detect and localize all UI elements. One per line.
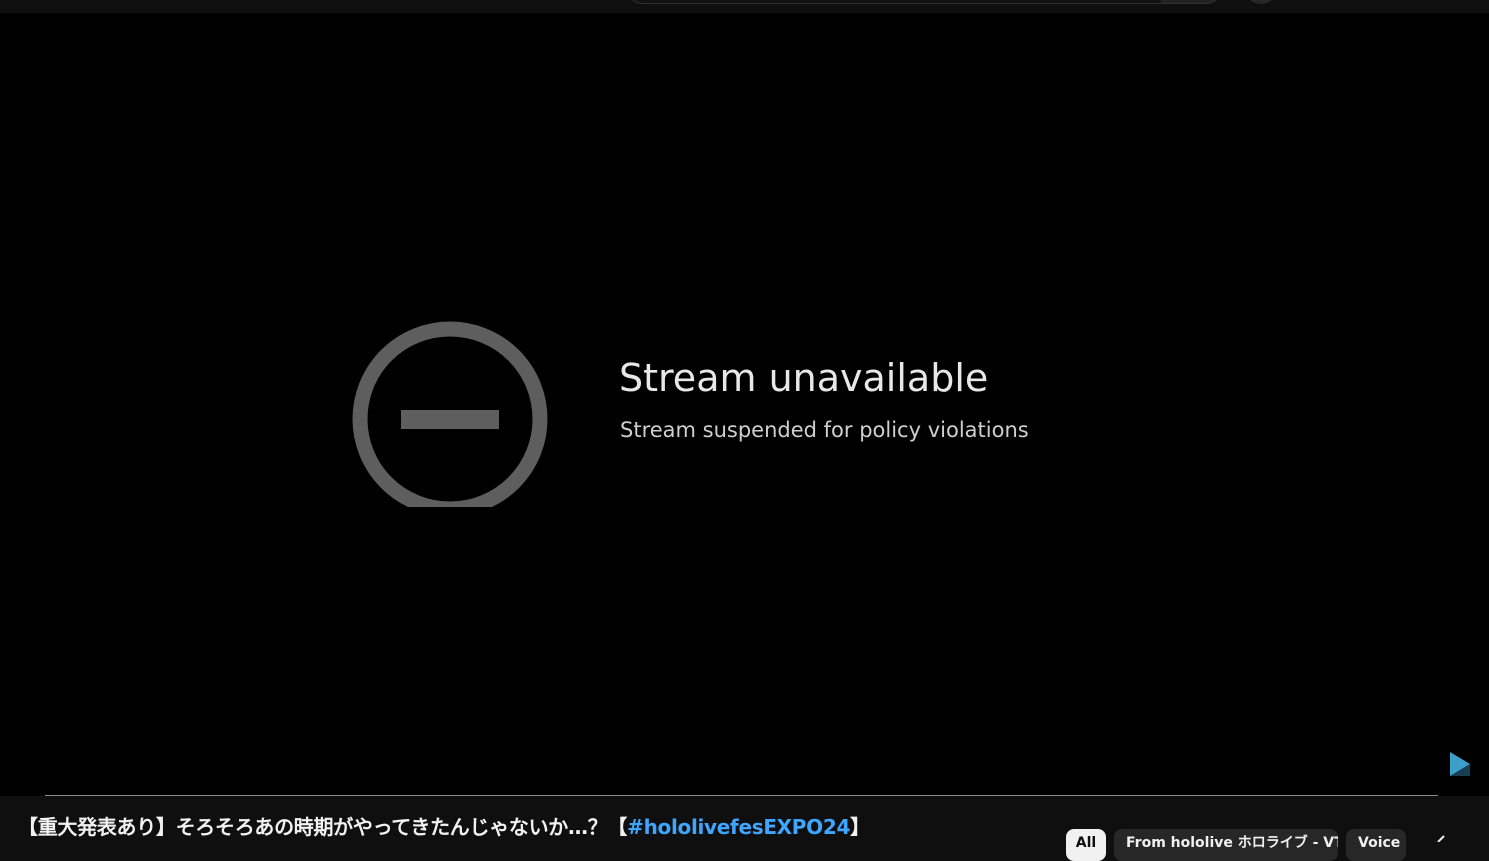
video-player[interactable]: Stream unavailable Stream suspended for … — [0, 13, 1489, 796]
search-button[interactable] — [1161, 0, 1223, 4]
error-title: Stream unavailable — [619, 356, 989, 400]
error-message: Stream suspended for policy violations — [620, 418, 1029, 442]
do-not-enter-icon — [352, 321, 548, 507]
chip-voice[interactable]: Voice — [1346, 829, 1406, 861]
title-suffix: 】 — [850, 815, 870, 839]
masthead — [0, 0, 1489, 13]
chip-from-channel[interactable]: From hololive ホロライブ - VT... — [1114, 829, 1338, 861]
title-text: 【重大発表あり】そろそろあの時期がやってきたんじゃないか…？【 — [18, 815, 628, 839]
chevron-right-icon[interactable] — [1432, 832, 1452, 842]
play-icon[interactable] — [1449, 751, 1471, 777]
hashtag-link[interactable]: #hololivefesEXPO24 — [627, 815, 850, 839]
chip-all[interactable]: All — [1066, 829, 1106, 861]
video-title: 【重大発表あり】そろそろあの時期がやってきたんじゃないか…？【#hololive… — [18, 811, 870, 840]
voice-search-button[interactable] — [1244, 0, 1278, 4]
search-input[interactable] — [626, 0, 1162, 4]
